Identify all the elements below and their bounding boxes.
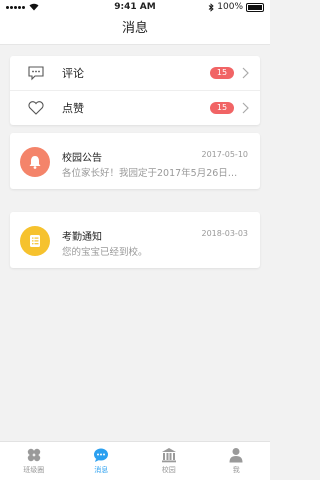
bluetooth-icon [208, 2, 214, 12]
interaction-card: 评论 15 点赞 15 [10, 56, 260, 125]
tab-label: 我 [232, 466, 240, 474]
attendance-avatar [20, 226, 50, 256]
comments-badge: 15 [210, 67, 234, 79]
list-item[interactable]: 校园公告 2017-05-10 各位家长好！我园定于2017年5月26日… [10, 133, 260, 189]
tab-bar: 班级圈 消息 校园 我 [0, 441, 270, 480]
tab-messages[interactable]: 消息 [68, 442, 136, 480]
page-title: 消息 [0, 14, 270, 45]
chat-bubble-icon [94, 448, 109, 462]
clover-icon [27, 448, 40, 462]
bell-icon [29, 156, 41, 169]
battery-percent: 100% [217, 2, 243, 12]
message-date: 2018-03-03 [201, 229, 249, 238]
tab-campus[interactable]: 校园 [135, 442, 203, 480]
school-building-icon [161, 448, 176, 463]
tab-me[interactable]: 我 [203, 442, 271, 480]
comments-label: 评论 [62, 67, 84, 80]
likes-label: 点赞 [62, 102, 84, 115]
heart-icon [28, 101, 44, 115]
likes-row[interactable]: 点赞 15 [10, 90, 260, 125]
comments-row[interactable]: 评论 15 [10, 56, 260, 90]
bell-avatar [20, 147, 50, 177]
tab-label: 消息 [94, 466, 109, 474]
message-title: 考勤通知 [62, 232, 102, 243]
comment-icon [28, 66, 44, 81]
battery-icon [246, 2, 264, 12]
list-icon [30, 235, 40, 247]
battery-area: 100% [208, 0, 264, 14]
tab-label: 校园 [161, 466, 176, 474]
tab-label: 班级圈 [23, 466, 45, 474]
message-title: 校园公告 [62, 153, 102, 164]
person-icon [229, 448, 243, 463]
status-bar: 9:41 AM 100% [0, 0, 270, 14]
tab-class-circle[interactable]: 班级圈 [0, 442, 68, 480]
message-preview: 各位家长好！我园定于2017年5月26日… [62, 168, 238, 179]
message-preview: 您的宝宝已经到校。 [62, 247, 148, 258]
message-date: 2017-05-10 [201, 150, 249, 159]
likes-badge: 15 [210, 102, 234, 114]
chevron-right-icon [242, 102, 249, 114]
list-item[interactable]: 考勤通知 2018-03-03 您的宝宝已经到校。 [10, 212, 260, 268]
chevron-right-icon [242, 67, 249, 79]
